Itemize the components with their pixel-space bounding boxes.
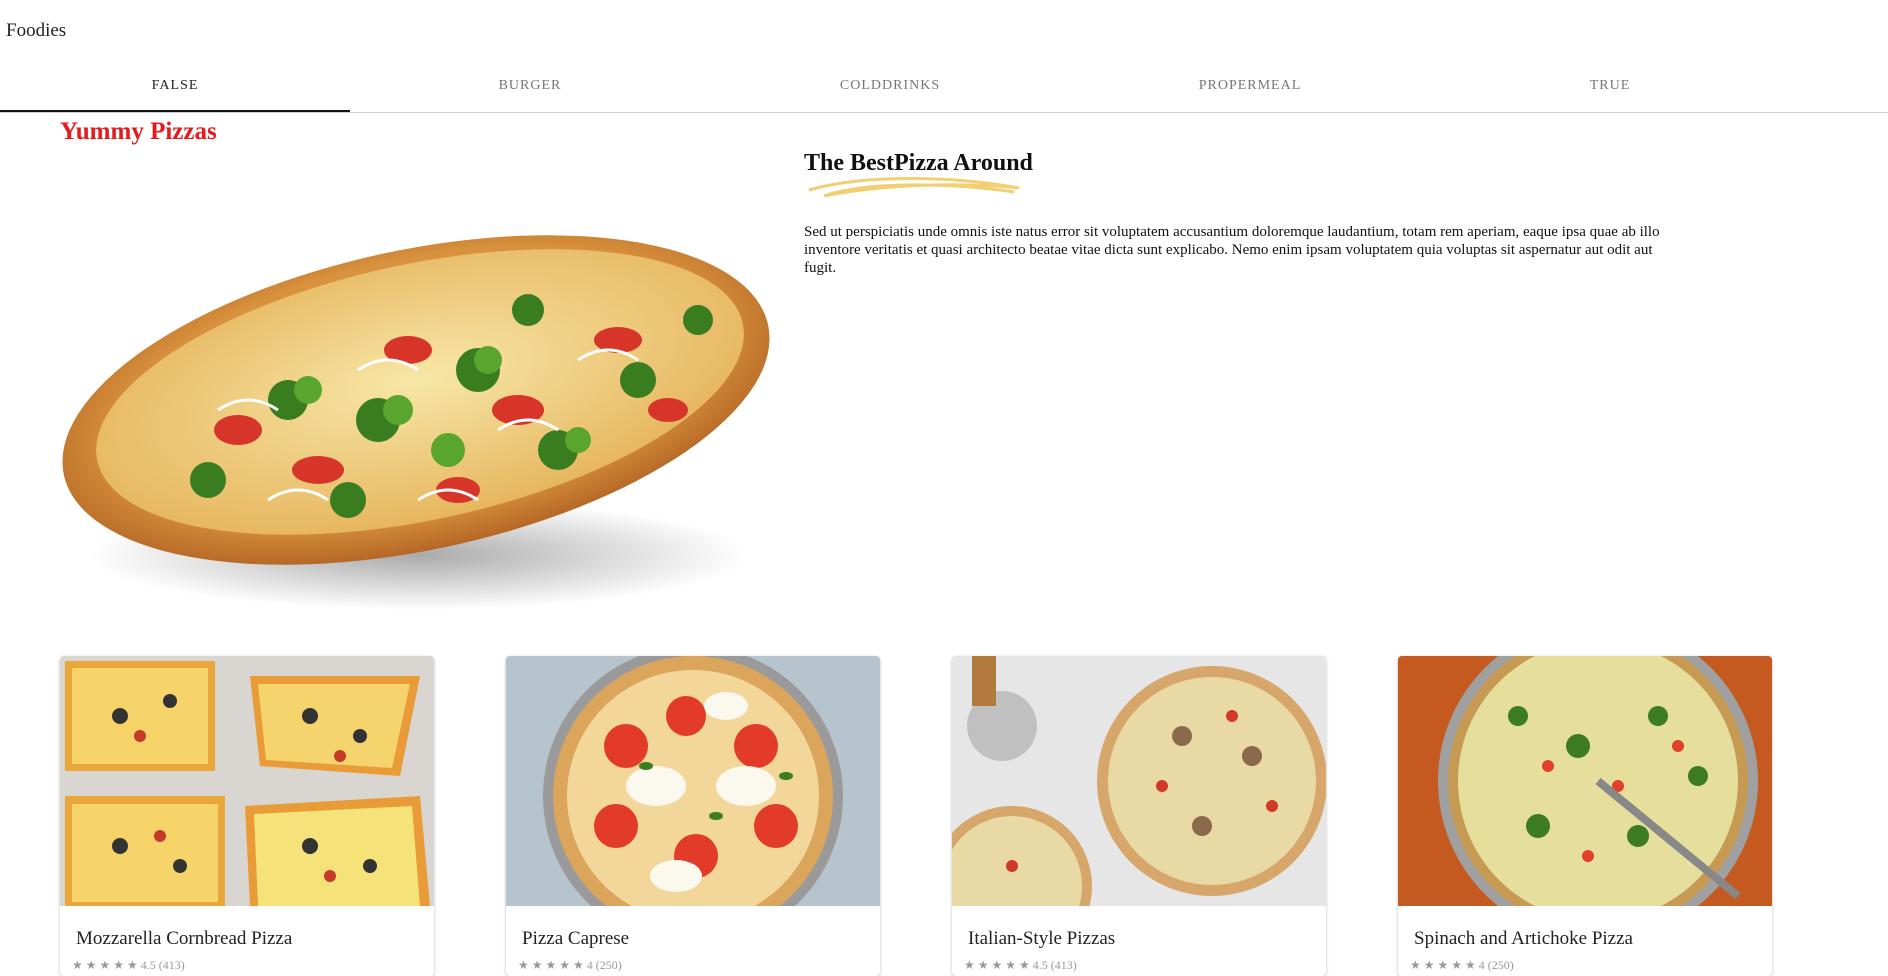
tab-burger[interactable]: BURGER: [350, 66, 710, 112]
pizza-card-name: Italian-Style Pizzas: [968, 928, 1116, 949]
category-tabs: FALSE BURGER COLDDRINKS PROPERMEAL TRUE: [0, 66, 1888, 113]
pizza-card-name: Mozzarella Cornbread Pizza: [76, 928, 293, 949]
pizza-card-rating: ★ ★ ★ ★ ★ 4.5 (413): [964, 958, 1077, 972]
pizza-card-image: [60, 656, 434, 906]
pizza-card-rating: ★ ★ ★ ★ ★ 4 (250): [1410, 958, 1514, 972]
tab-colddrinks[interactable]: COLDDRINKS: [710, 66, 1070, 112]
tab-false[interactable]: FALSE: [0, 66, 350, 112]
hero-pizza-image: [62, 235, 770, 610]
pizza-card[interactable]: Pizza Caprese ★ ★ ★ ★ ★ 4 (250): [506, 656, 880, 976]
pizza-card[interactable]: Spinach and Artichoke Pizza ★ ★ ★ ★ ★ 4 …: [1398, 656, 1772, 976]
pizza-card-list: Mozzarella Cornbread Pizza ★ ★ ★ ★ ★ 4.5…: [60, 656, 1860, 976]
decorative-swash: [808, 177, 1020, 198]
pizza-card-rating: ★ ★ ★ ★ ★ 4 (250): [518, 958, 622, 972]
feature-title: The BestPizza Around: [804, 150, 1033, 176]
section-heading: Yummy Pizzas: [60, 118, 217, 145]
pizza-card-image: [952, 656, 1326, 966]
pizza-card[interactable]: Mozzarella Cornbread Pizza ★ ★ ★ ★ ★ 4.5…: [60, 656, 434, 976]
feature-description: Sed ut perspiciatis unde omnis iste natu…: [804, 224, 1660, 276]
pizza-card-image: [1398, 656, 1772, 941]
pizza-card-name: Spinach and Artichoke Pizza: [1414, 928, 1633, 949]
pizza-card-image: [506, 656, 880, 946]
pizza-card-name: Pizza Caprese: [522, 928, 630, 949]
pizza-card[interactable]: Italian-Style Pizzas ★ ★ ★ ★ ★ 4.5 (413): [952, 656, 1326, 976]
tab-propermeal[interactable]: PROPERMEAL: [1070, 66, 1430, 112]
pizza-card-rating: ★ ★ ★ ★ ★ 4.5 (413): [72, 958, 185, 972]
brand-title: Foodies: [6, 20, 67, 41]
tab-true[interactable]: TRUE: [1430, 66, 1790, 112]
